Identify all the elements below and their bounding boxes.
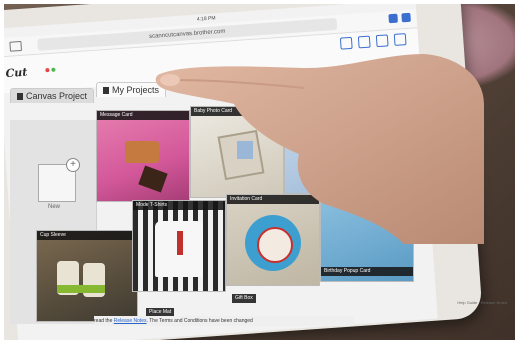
tabs-icon[interactable] [401, 12, 411, 23]
tile-label: Cup Sleeve [37, 231, 137, 240]
folder-icon [103, 87, 109, 94]
hand-image [155, 54, 484, 244]
fingernail [160, 74, 180, 86]
notice-prefix: read the [94, 318, 113, 324]
notice-text: The Terms and Conditions have been chang… [149, 318, 253, 324]
release-notes-footer-link[interactable]: Release Notes [481, 300, 507, 305]
footer-links: Help Guide Release Notes [457, 300, 507, 305]
tile-label-gift-box[interactable]: Gift Box [232, 294, 256, 303]
tab-canvas-project-label: Canvas Project [26, 91, 88, 101]
plus-icon[interactable]: + [66, 158, 80, 172]
tab-canvas-project[interactable]: Canvas Project [10, 88, 95, 103]
release-notes-link[interactable]: Release Notes [114, 318, 147, 324]
hand-shape [155, 54, 484, 244]
notice-bar: read the Release Notes. The Terms and Co… [94, 316, 354, 326]
share-icon[interactable] [388, 13, 398, 24]
bookmarks-icon[interactable] [9, 40, 23, 52]
logo-dots-icon [45, 67, 56, 73]
app-logo[interactable]: Cut [5, 66, 28, 80]
help-guide-link[interactable]: Help Guide [457, 300, 477, 305]
tile-label: Birthday Popup Card [321, 267, 413, 276]
tab-my-projects-label: My Projects [112, 85, 160, 95]
canvas-tab-icon [17, 93, 23, 100]
new-project-label: New [48, 204, 61, 210]
photo-frame: 4:18 PM scanncutcanvas.brother.com Cut C… [4, 4, 515, 340]
browser-actions [388, 12, 411, 24]
url-text: scanncutcanvas.brother.com [148, 28, 226, 40]
tile-image [57, 285, 105, 293]
status-time: 4:18 PM [196, 15, 216, 23]
